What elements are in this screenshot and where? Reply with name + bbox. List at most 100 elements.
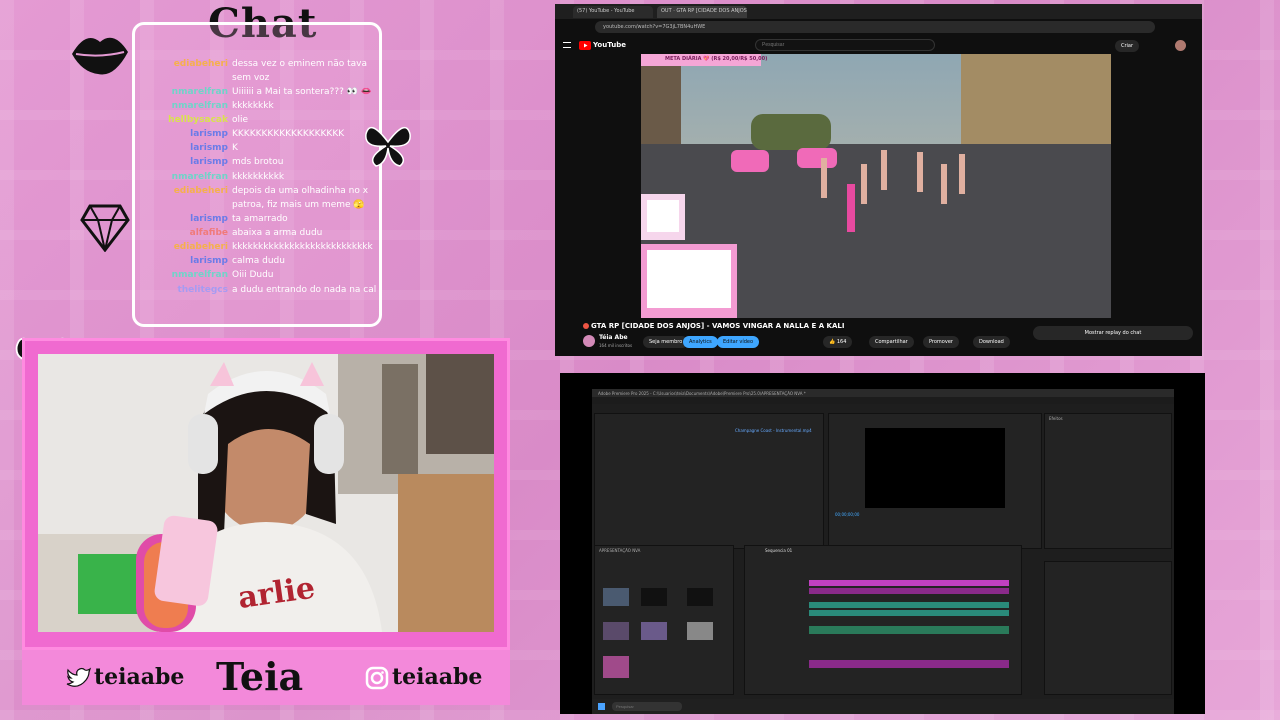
chat-username[interactable]: larismp xyxy=(140,127,228,141)
chat-text: a dudu entrando do nada na cal xyxy=(232,285,377,295)
timeline-clip[interactable] xyxy=(809,580,1009,586)
media-thumb[interactable] xyxy=(687,622,713,640)
timeline-panel: Sequencia 01 xyxy=(744,545,1022,695)
chat-username[interactable]: nmarelfran xyxy=(140,85,228,99)
sequence-tab[interactable]: Sequencia 01 xyxy=(765,548,792,553)
browser-tab-1[interactable]: (57) YouTube - YouTube xyxy=(573,6,653,18)
media-thumb[interactable] xyxy=(603,588,629,606)
download-button[interactable]: Download xyxy=(973,336,1010,348)
media-thumb[interactable] xyxy=(641,588,667,606)
chat-username[interactable]: nmarelfran xyxy=(140,170,228,184)
chat-text: Uiiiiii a Mai ta sontera??? 👀 👄 xyxy=(232,87,373,97)
premiere-titlebar: Adobe Premiere Pro 2025 - C:\Usuarios\te… xyxy=(592,389,1174,397)
media-thumb[interactable] xyxy=(687,588,713,606)
media-thumb[interactable] xyxy=(603,622,629,640)
youtube-header: YouTube Criar xyxy=(555,36,1202,56)
source-panel: Champagne Coast - Instrumental.mp4 xyxy=(594,413,824,549)
media-thumb[interactable] xyxy=(641,622,667,640)
instagram-handle: teiaabe xyxy=(392,664,483,690)
chat-username[interactable]: hellbysacak xyxy=(140,113,228,127)
effects-panel: Efeitos xyxy=(1044,413,1172,549)
chat-text: KKKKKKKKKKKKKKKKKKK xyxy=(232,129,345,139)
youtube-logo-icon[interactable] xyxy=(579,41,591,50)
promote-button[interactable]: Promover xyxy=(923,336,959,348)
audio-track[interactable] xyxy=(809,626,1009,634)
join-button[interactable]: Seja membro xyxy=(643,336,689,348)
overlay-goal: META DIÁRIA 💖 (R$ 20,00/R$ 50,00) xyxy=(665,56,768,62)
avatar[interactable] xyxy=(1175,40,1186,51)
chat-username[interactable]: nmarelfran xyxy=(140,268,228,282)
project-title: APRESENTAÇÃO NVA xyxy=(599,548,641,553)
chat-username[interactable]: larismp xyxy=(140,141,228,155)
address-bar[interactable]: youtube.com/watch?v=7G3jL7BN4uHWE xyxy=(595,21,1155,33)
menu-icon[interactable] xyxy=(563,42,571,48)
instagram-icon xyxy=(365,666,389,690)
program-timecode: 00;00;00;00 xyxy=(835,512,860,517)
chat-text: kkkkkkkkkk xyxy=(232,172,285,182)
chat-username[interactable]: larismp xyxy=(140,254,228,268)
webcam-image: arlie xyxy=(38,354,494,632)
chat-text: mds brotou xyxy=(232,157,284,167)
project-panel: APRESENTAÇÃO NVA xyxy=(594,545,734,695)
browser-window: (57) YouTube - YouTube OUT · GTA RP [CID… xyxy=(555,4,1202,356)
chat-username[interactable]: ediabeheri xyxy=(140,57,228,71)
chat-text: depois da uma olhadinha no x patroa, fiz… xyxy=(232,186,369,210)
lips-icon xyxy=(72,37,128,75)
channel-avatar[interactable] xyxy=(583,335,595,347)
essential-sound-panel xyxy=(1044,561,1172,695)
video-frame xyxy=(641,54,1111,318)
chat-text: kkkkkkkkkkkkkkkkkkkkkkkkkkk xyxy=(232,242,373,252)
taskbar-search-input[interactable] xyxy=(612,702,682,711)
chat-username[interactable]: larismp xyxy=(140,155,228,169)
chat-text: Oiii Dudu xyxy=(232,270,274,280)
like-count: 164 xyxy=(836,339,847,345)
live-dot-icon xyxy=(583,323,589,329)
chat-username[interactable]: nmarelfran xyxy=(140,99,228,113)
twitter-icon xyxy=(66,667,92,687)
chat-text: K xyxy=(232,143,238,153)
effects-label: Efeitos xyxy=(1049,416,1063,421)
chat-username[interactable]: ediabeheri xyxy=(140,184,228,198)
channel-name[interactable]: Téia Abe xyxy=(599,334,628,341)
timeline-clip[interactable] xyxy=(809,602,1009,608)
premiere-menubar xyxy=(592,397,1174,404)
chat-text: ta amarrado xyxy=(232,214,288,224)
chat-username[interactable]: larismp xyxy=(140,212,228,226)
premiere-window: Adobe Premiere Pro 2025 - C:\Usuarios\te… xyxy=(592,389,1174,699)
windows-taskbar xyxy=(592,699,1174,714)
premiere-title: Adobe Premiere Pro 2025 - C:\Usuarios\te… xyxy=(598,391,806,396)
chat-username[interactable]: thelitegcs xyxy=(140,283,228,297)
chat-username[interactable]: alfafibe xyxy=(140,226,228,240)
media-thumb[interactable] xyxy=(603,656,629,678)
analytics-button[interactable]: Analytics xyxy=(683,336,718,348)
edit-video-button[interactable]: Editar vídeo xyxy=(717,336,760,348)
share-button[interactable]: Compartilhar xyxy=(869,336,914,348)
webcam-feed: arlie xyxy=(38,354,494,632)
browser-tab-2[interactable]: OUT · GTA RP [CIDADE DOS ANJOS] xyxy=(657,6,747,18)
timeline-clip[interactable] xyxy=(809,588,1009,594)
audio-track[interactable] xyxy=(809,660,1009,668)
video-player[interactable]: META DIÁRIA 💖 (R$ 20,00/R$ 50,00) xyxy=(641,54,1111,318)
diamond-icon xyxy=(80,204,130,252)
subscriber-count: 164 mil inscritos xyxy=(599,343,633,348)
video-title: GTA RP [CIDADE DOS ANJOS] - VAMOS VINGAR… xyxy=(591,322,845,330)
chat-text: olie xyxy=(232,115,249,125)
windows-start-icon[interactable] xyxy=(598,703,605,710)
program-preview xyxy=(865,428,1005,508)
chat-text: abaixa a arma dudu xyxy=(232,228,323,238)
youtube-wordmark: YouTube xyxy=(593,41,626,49)
chat-replay-button[interactable]: Mostrar replay do chat xyxy=(1033,326,1193,340)
like-button[interactable]: 👍 164 xyxy=(823,336,853,348)
timeline-clip[interactable] xyxy=(809,610,1009,616)
social-bar: teiaabe Teia teiaabe xyxy=(22,650,510,705)
search-input[interactable] xyxy=(755,39,935,51)
chat-username[interactable]: ediabeheri xyxy=(140,240,228,254)
clip-label: Champagne Coast - Instrumental.mp4 xyxy=(735,428,812,433)
chat-text: kkkkkkkk xyxy=(232,101,274,111)
like-icon: 👍 xyxy=(829,339,837,345)
chat-text: dessa vez o eminem não tava sem voz xyxy=(232,59,367,83)
create-button[interactable]: Criar xyxy=(1115,40,1140,52)
chat-text: calma dudu xyxy=(232,256,285,266)
twitter-handle: teiaabe xyxy=(94,664,185,690)
brand-logo: Teia xyxy=(216,654,304,699)
